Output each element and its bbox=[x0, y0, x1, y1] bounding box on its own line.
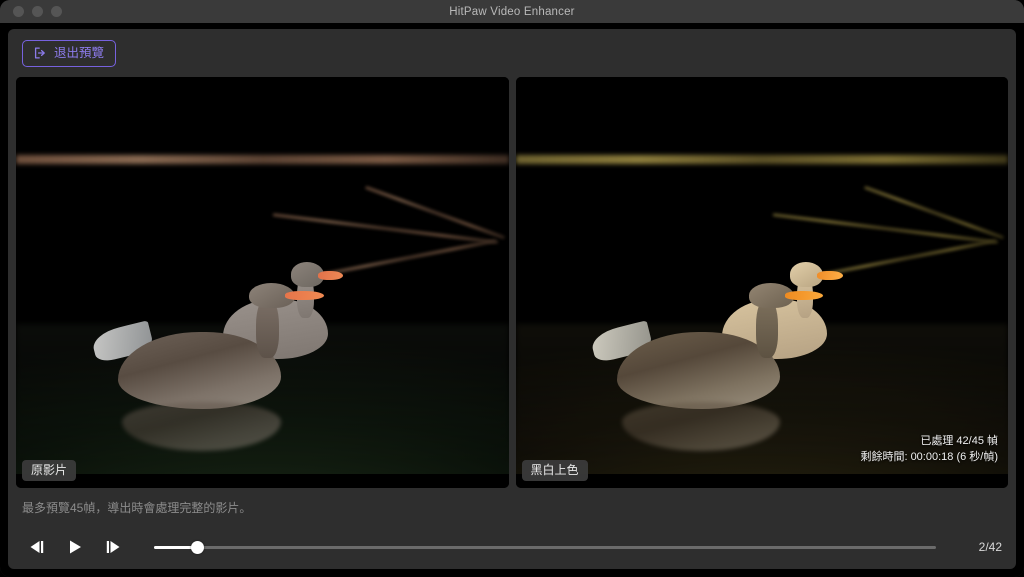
previous-frame-icon bbox=[30, 541, 44, 553]
processing-status: 已處理 42/45 幀 剩餘時間: 00:00:18 (6 秒/幀) bbox=[860, 434, 998, 466]
enhanced-video-pane[interactable]: 已處理 42/45 幀 剩餘時間: 00:00:18 (6 秒/幀) 黑白上色 bbox=[515, 77, 1008, 488]
title-bar: HitPaw Video Enhancer bbox=[0, 0, 1024, 23]
preview-panes: 原影片 已處理 42/45 幀 剩餘時間: 00:00:18 (6 秒/幀) 黑… bbox=[8, 77, 1016, 488]
window-title: HitPaw Video Enhancer bbox=[449, 5, 575, 18]
next-frame-button[interactable] bbox=[102, 536, 124, 558]
frame-counter: 2/42 bbox=[978, 540, 1002, 554]
original-video-frame bbox=[16, 77, 509, 488]
original-video-pane[interactable]: 原影片 bbox=[16, 77, 509, 488]
next-frame-icon bbox=[106, 541, 120, 553]
background-bank bbox=[515, 155, 1008, 165]
window-controls bbox=[13, 6, 62, 17]
zoom-button[interactable] bbox=[51, 6, 62, 17]
original-video-image bbox=[16, 148, 509, 474]
branch-decoration bbox=[272, 213, 498, 244]
enhanced-pane-label: 黑白上色 bbox=[521, 459, 588, 481]
original-pane-label: 原影片 bbox=[22, 459, 77, 481]
branch-decoration bbox=[772, 213, 998, 244]
timeline-track bbox=[154, 545, 936, 549]
toolbar: 退出預覽 bbox=[8, 29, 1016, 77]
preview-workspace: 退出預覽 原影片 已處理 42/45 幀 剩餘時間: 00:00:18 (6 秒… bbox=[8, 29, 1016, 569]
previous-frame-button[interactable] bbox=[26, 536, 48, 558]
play-icon bbox=[70, 540, 81, 554]
remaining-time-text: 剩餘時間: 00:00:18 (6 秒/幀) bbox=[860, 451, 998, 464]
branch-decoration bbox=[864, 185, 1005, 239]
close-button[interactable] bbox=[13, 6, 24, 17]
branch-decoration bbox=[364, 185, 505, 239]
play-button[interactable] bbox=[64, 536, 86, 558]
minimize-button[interactable] bbox=[32, 6, 43, 17]
timeline-slider[interactable] bbox=[154, 536, 936, 558]
window-body: 退出預覽 原影片 已處理 42/45 幀 剩餘時間: 00:00:18 (6 秒… bbox=[0, 23, 1024, 577]
timeline-handle[interactable] bbox=[190, 540, 204, 554]
exit-preview-button[interactable]: 退出預覽 bbox=[22, 39, 117, 67]
foreground-goose bbox=[589, 282, 826, 452]
processed-frames-text: 已處理 42/45 幀 bbox=[920, 435, 998, 448]
exit-preview-label: 退出預覽 bbox=[54, 45, 105, 60]
exit-arrow-icon bbox=[33, 46, 47, 60]
background-bank bbox=[16, 155, 509, 165]
enhanced-video-image bbox=[515, 148, 1008, 474]
app-window: HitPaw Video Enhancer 退出預覽 原影片 已處理 42/45… bbox=[0, 0, 1024, 577]
foreground-goose bbox=[90, 282, 327, 452]
enhanced-video-frame bbox=[515, 77, 1008, 488]
preview-hint-text: 最多預覽45幀，導出時會處理完整的影片。 bbox=[22, 501, 252, 515]
playback-controls: 2/42 bbox=[8, 525, 1016, 569]
